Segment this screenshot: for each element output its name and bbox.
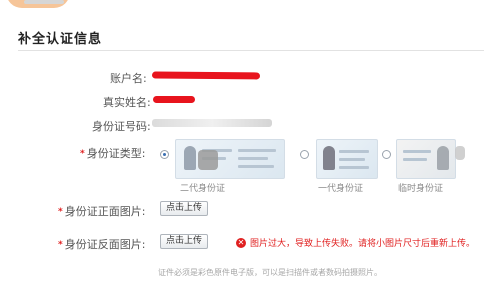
page-title: 补全认证信息	[18, 32, 103, 47]
card-photo	[323, 146, 335, 170]
real-name-redaction	[153, 96, 195, 103]
required-marker: *	[58, 240, 63, 250]
title-divider	[18, 50, 484, 51]
id-number-value	[152, 119, 272, 127]
card-photo-redaction	[198, 150, 218, 170]
upload-note: 证件必须是彩色原件电子版，可以是扫描件或者数码拍摄照片。	[158, 268, 382, 277]
id-type-label: * 身份证类型:	[80, 147, 146, 160]
id-number-label: 身份证号码:	[92, 120, 151, 133]
id-type-radio-second-gen[interactable]	[160, 150, 169, 159]
real-name-label: 真实姓名:	[103, 96, 151, 109]
id-back-label: * 身份证反面图片:	[58, 238, 146, 251]
id-type-caption-second-gen: 二代身份证	[180, 184, 226, 194]
upload-back-button[interactable]: 点击上传	[160, 234, 209, 249]
error-icon: ✕	[236, 237, 246, 248]
upload-front-button[interactable]: 点击上传	[160, 201, 209, 216]
id-type-radio-first-gen[interactable]	[300, 150, 309, 159]
id-front-label: * 身份证正面图片:	[58, 205, 146, 218]
upload-error-message: ✕ 图片过大，导致上传失败。请将小图片尺寸后重新上传。	[236, 236, 475, 249]
card-photo	[437, 146, 449, 170]
card-photo	[184, 146, 196, 170]
required-marker: *	[80, 149, 85, 159]
stray-redaction	[455, 146, 465, 160]
upload-error-text: 图片过大，导致上传失败。请将小图片尺寸后重新上传。	[250, 239, 476, 249]
temporary-id-card-image	[396, 139, 456, 179]
account-name-label: 账户名:	[110, 72, 147, 85]
account-name-redaction	[151, 71, 261, 80]
top-bar	[0, 0, 501, 12]
required-marker: *	[58, 207, 63, 217]
site-logo[interactable]	[6, 0, 70, 8]
id-type-caption-temporary: 临时身份证	[398, 184, 444, 194]
id-type-caption-first-gen: 一代身份证	[318, 184, 364, 194]
second-gen-id-card-image	[175, 139, 285, 179]
first-gen-id-card-image	[316, 139, 378, 179]
id-type-radio-temporary[interactable]	[382, 150, 391, 159]
